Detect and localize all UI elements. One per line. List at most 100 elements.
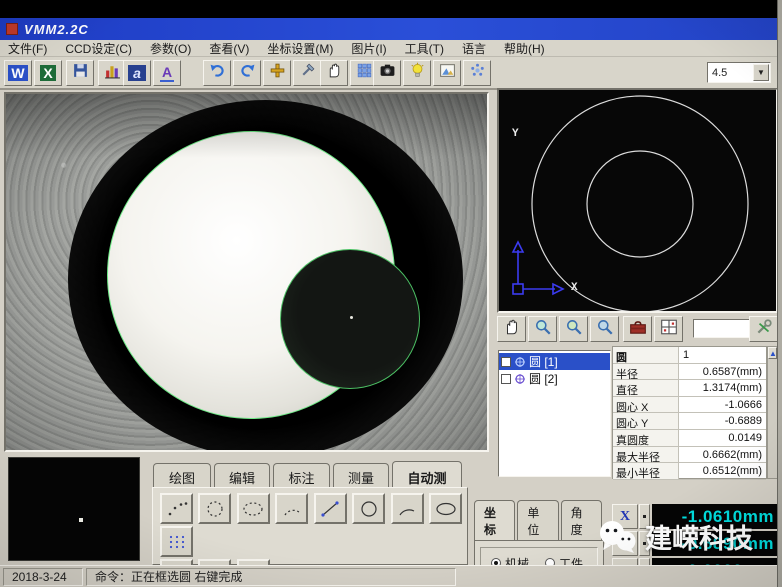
- zoom-fit-button[interactable]: [590, 316, 619, 342]
- fit-circle-button[interactable]: [198, 493, 231, 524]
- table-row[interactable]: 真圆度 0.0149: [613, 430, 766, 447]
- tab-measure[interactable]: 测量: [333, 463, 389, 487]
- menu-parameters[interactable]: 参数(O): [150, 40, 191, 57]
- tab-angle[interactable]: 角度: [561, 500, 602, 540]
- excel-icon: X: [40, 65, 55, 81]
- table-row[interactable]: 圆心 X -1.0666: [613, 397, 766, 414]
- menu-language[interactable]: 语言: [462, 40, 486, 57]
- fit-points-button[interactable]: [160, 493, 193, 524]
- table-row[interactable]: 半径 0.6587(mm): [613, 364, 766, 381]
- x-zero-button[interactable]: [639, 504, 650, 529]
- y-zero-button[interactable]: [639, 531, 650, 556]
- tab-edit[interactable]: 编辑: [214, 463, 270, 487]
- row-value: 0.0149: [679, 430, 766, 446]
- x-axis-button[interactable]: X: [612, 504, 638, 529]
- table-row[interactable]: 圆心 Y -0.6889: [613, 413, 766, 430]
- cad-graphics-view[interactable]: Y X: [497, 88, 778, 313]
- menu-image[interactable]: 图片(I): [351, 40, 386, 57]
- menu-ccd-settings[interactable]: CCD设定(C): [65, 40, 132, 57]
- zoom-in-button[interactable]: [528, 316, 557, 342]
- auto-line-button[interactable]: [314, 493, 347, 524]
- camera-icon: [379, 62, 396, 84]
- circle-icon: [357, 499, 381, 519]
- menu-view[interactable]: 查看(V): [209, 40, 249, 57]
- menu-file[interactable]: 文件(F): [8, 40, 47, 57]
- auto-arc-button[interactable]: [391, 493, 424, 524]
- ccd-capture-button[interactable]: a: [123, 60, 151, 86]
- coordinate-tab-bar: 坐标 单位 角度: [474, 500, 604, 540]
- ccd-icon: a: [128, 65, 146, 81]
- navigator-preview[interactable]: [8, 457, 140, 561]
- pan-view-button[interactable]: [497, 316, 526, 342]
- feature-checkbox[interactable]: [501, 374, 511, 384]
- light-button[interactable]: [403, 60, 431, 86]
- y-axis-button[interactable]: Y: [612, 531, 638, 556]
- probe-button[interactable]: [293, 60, 321, 86]
- pan-button[interactable]: [320, 60, 348, 86]
- point-fit-icon: [165, 499, 189, 519]
- tab-draw[interactable]: 绘图: [153, 463, 211, 487]
- crosshair-button[interactable]: [263, 60, 291, 86]
- image-window-button[interactable]: [433, 60, 461, 86]
- export-word-button[interactable]: W: [4, 60, 32, 86]
- draw-tab-bar: 绘图 编辑 标注 测量 自动测绘: [153, 463, 465, 487]
- probe-icon: [299, 62, 316, 84]
- table-row[interactable]: 直径 1.3174(mm): [613, 380, 766, 397]
- row-value: 0.6512(mm): [679, 463, 766, 479]
- row-value: -0.6889: [679, 413, 766, 429]
- point-cloud-button[interactable]: [160, 526, 193, 557]
- save-button[interactable]: [66, 60, 94, 86]
- axis-icon: [513, 242, 563, 294]
- measure-filter-input[interactable]: [693, 319, 751, 338]
- word-icon: W: [8, 65, 27, 81]
- settings-tools-button[interactable]: [749, 316, 778, 342]
- capture-button[interactable]: [373, 60, 401, 86]
- auto-circle-button[interactable]: [352, 493, 385, 524]
- table-row[interactable]: 最小半径 0.6512(mm): [613, 463, 766, 480]
- menu-bar: 文件(F) CCD设定(C) 参数(O) 查看(V) 坐标设置(M) 图片(I)…: [0, 40, 777, 57]
- table-header-row[interactable]: 圆 1: [613, 347, 766, 364]
- tab-coordinate[interactable]: 坐标: [474, 500, 515, 540]
- scroll-up-icon[interactable]: ▲: [768, 347, 777, 359]
- dropdown-arrow-icon[interactable]: ▼: [753, 64, 769, 81]
- circle-center-marker: [350, 316, 353, 319]
- menu-tools[interactable]: 工具(T): [405, 40, 444, 57]
- feature-list-item-circle-2[interactable]: 圆 [2]: [499, 370, 610, 387]
- menu-help[interactable]: 帮助(H): [504, 40, 545, 57]
- report-table-button[interactable]: [654, 316, 683, 342]
- zoom-out-button[interactable]: [559, 316, 588, 342]
- title-bar[interactable]: VMM2.2C: [0, 18, 777, 40]
- undo-icon: [209, 62, 226, 84]
- coordinate-panel: 坐标 单位 角度 机械 工件: [474, 500, 604, 564]
- magnification-dropdown[interactable]: 4.5 ▼: [707, 62, 771, 83]
- tab-unit[interactable]: 单位: [517, 500, 558, 540]
- table-row[interactable]: 最大半径 0.6662(mm): [613, 447, 766, 464]
- toolbox-button[interactable]: [623, 316, 652, 342]
- fit-arc-button[interactable]: [275, 493, 308, 524]
- row-value: 1.3174(mm): [679, 380, 766, 396]
- measurement-table: 圆 1 半径 0.6587(mm) 直径 1.3174(mm) 圆心 X -1.…: [612, 346, 767, 479]
- arc-icon: [395, 499, 419, 519]
- undo-button[interactable]: [203, 60, 231, 86]
- menu-coordinate-settings[interactable]: 坐标设置(M): [267, 40, 333, 57]
- redo-button[interactable]: [233, 60, 261, 86]
- x-axis-row: X -1.0610mm: [612, 504, 778, 529]
- dotted-circle-icon: [203, 499, 227, 519]
- row-name: 真圆度: [613, 430, 679, 446]
- view-toolbar: [497, 316, 778, 345]
- auto-ellipse-button[interactable]: [429, 493, 462, 524]
- calibration-button[interactable]: A: [153, 60, 181, 86]
- fit-ellipse-button[interactable]: [237, 493, 270, 524]
- multipoint-button[interactable]: [463, 60, 491, 86]
- circle-feature-icon: [514, 356, 526, 368]
- tab-auto-measure[interactable]: 自动测绘: [392, 461, 462, 487]
- chart-button[interactable]: [98, 60, 126, 86]
- camera-image-view[interactable]: [4, 92, 489, 452]
- feature-checkbox[interactable]: [501, 357, 511, 367]
- header-value: 1: [679, 347, 766, 363]
- auto-measure-tools-panel: [152, 487, 468, 565]
- feature-list-item-circle-1[interactable]: 圆 [1]: [499, 353, 610, 370]
- dotted-arc-icon: [280, 499, 304, 519]
- tab-annotate[interactable]: 标注: [273, 463, 330, 487]
- export-excel-button[interactable]: X: [34, 60, 62, 86]
